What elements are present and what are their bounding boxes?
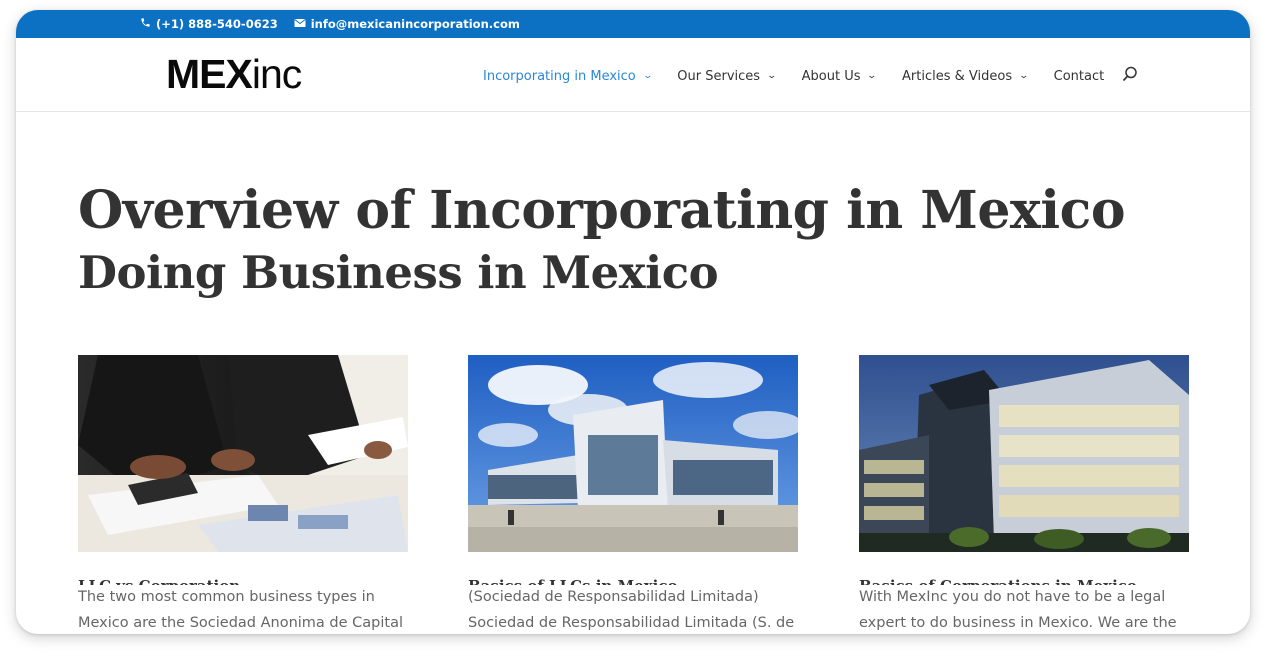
chevron-down-icon: ⌄ (1018, 71, 1030, 81)
card-excerpt: With MexInc you do not have to be a lega… (859, 589, 1177, 631)
nav-item-label: Articles & Videos (902, 68, 1013, 84)
site-logo[interactable]: MEXinc (166, 50, 302, 98)
nav-item-incorporating[interactable]: Incorporating in Mexico ⌄ (483, 68, 653, 84)
email-address: info@mexicanincorporation.com (310, 17, 520, 31)
article-card[interactable]: LLC vs Corporation The two most common b… (78, 355, 408, 631)
phone-link[interactable]: (+1) 888-540-0623 (140, 17, 278, 31)
business-documents-photo[interactable] (78, 355, 408, 552)
card-excerpt: (Sociedad de Responsabilidad Limitada) S… (468, 589, 795, 631)
nav-item-articles[interactable]: Articles & Videos ⌄ (902, 68, 1030, 84)
card-excerpt: The two most common business types in Me… (78, 589, 403, 631)
phone-number: (+1) 888-540-0623 (156, 17, 278, 31)
nav-item-about[interactable]: About Us ⌄ (801, 68, 878, 84)
page-subtitle: Doing Business in Mexico (78, 246, 719, 299)
site-header: MEXinc Incorporating in Mexico ⌄ Our Ser… (16, 38, 1250, 112)
logo-light-text: inc (251, 51, 302, 97)
page-title: Overview of Incorporating in Mexico (78, 180, 1126, 241)
article-card[interactable]: Basics of LLCs in Mexico (Sociedad de Re… (468, 355, 798, 631)
phone-icon (140, 17, 151, 31)
top-contact-bar: (+1) 888-540-0623 info@mexicanincorporat… (16, 10, 1250, 38)
chevron-down-icon: ⌄ (642, 71, 653, 81)
nav-item-contact[interactable]: Contact (1054, 69, 1105, 84)
browser-page: (+1) 888-540-0623 info@mexicanincorporat… (16, 10, 1250, 634)
chevron-down-icon: ⌄ (866, 71, 878, 81)
search-icon[interactable] (1122, 66, 1138, 86)
email-link[interactable]: info@mexicanincorporation.com (294, 17, 520, 31)
office-building-night-photo[interactable] (859, 355, 1189, 552)
chevron-down-icon: ⌄ (766, 71, 778, 81)
nav-item-label: Incorporating in Mexico (483, 68, 636, 84)
article-card[interactable]: Basics of Corporations in Mexico With Me… (859, 355, 1189, 631)
logo-bold-text: MEX (166, 51, 253, 97)
main-navigation: Incorporating in Mexico ⌄ Our Services ⌄… (483, 66, 1138, 86)
nav-item-label: About Us (801, 68, 861, 84)
modern-glass-building-photo[interactable] (468, 355, 798, 552)
nav-item-services[interactable]: Our Services ⌄ (677, 68, 778, 84)
envelope-icon (294, 17, 306, 31)
nav-item-label: Our Services (677, 68, 761, 84)
nav-item-label: Contact (1053, 68, 1105, 84)
